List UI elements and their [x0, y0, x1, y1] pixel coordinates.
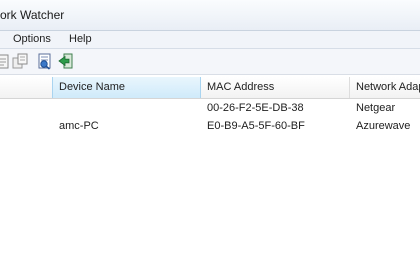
properties-icon	[0, 54, 9, 69]
network-adapter-cell: Netgear	[356, 102, 396, 114]
column-header-blank[interactable]	[0, 77, 52, 98]
properties-button[interactable]	[0, 52, 11, 70]
save-html-report-icon	[38, 53, 51, 70]
network-adapter-cell: Azurewave	[356, 120, 411, 132]
menu-options[interactable]: Options	[13, 32, 51, 47]
device-name-cell: amc-PC	[59, 120, 99, 132]
menu-bar: Options Help	[0, 31, 420, 49]
title-bar[interactable]: ork Watcher	[0, 0, 420, 31]
menu-help[interactable]: Help	[69, 32, 92, 47]
mac-address-cell: 00-26-F2-5E-DB-38	[207, 102, 304, 114]
toolbar	[0, 49, 420, 75]
exit-button[interactable]	[57, 52, 75, 70]
save-html-report-button[interactable]	[36, 52, 54, 70]
table-row[interactable]: 00-26-F2-5E-DB-38 Netgear	[0, 100, 420, 119]
column-header-device-name[interactable]: Device Name	[52, 77, 201, 98]
copy-icon	[12, 53, 28, 69]
copy-button[interactable]	[11, 52, 29, 70]
mac-address-cell: E0-B9-A5-5F-60-BF	[207, 120, 305, 132]
window-title: ork Watcher	[0, 8, 65, 22]
table-row[interactable]: amc-PC E0-B9-A5-5F-60-BF Azurewave	[0, 118, 420, 137]
table-header: Device Name MAC Address Network Adapter	[0, 77, 420, 99]
column-header-network-adapter[interactable]: Network Adapter	[350, 77, 420, 98]
column-header-mac-address[interactable]: MAC Address	[201, 77, 350, 98]
exit-icon	[58, 53, 73, 69]
